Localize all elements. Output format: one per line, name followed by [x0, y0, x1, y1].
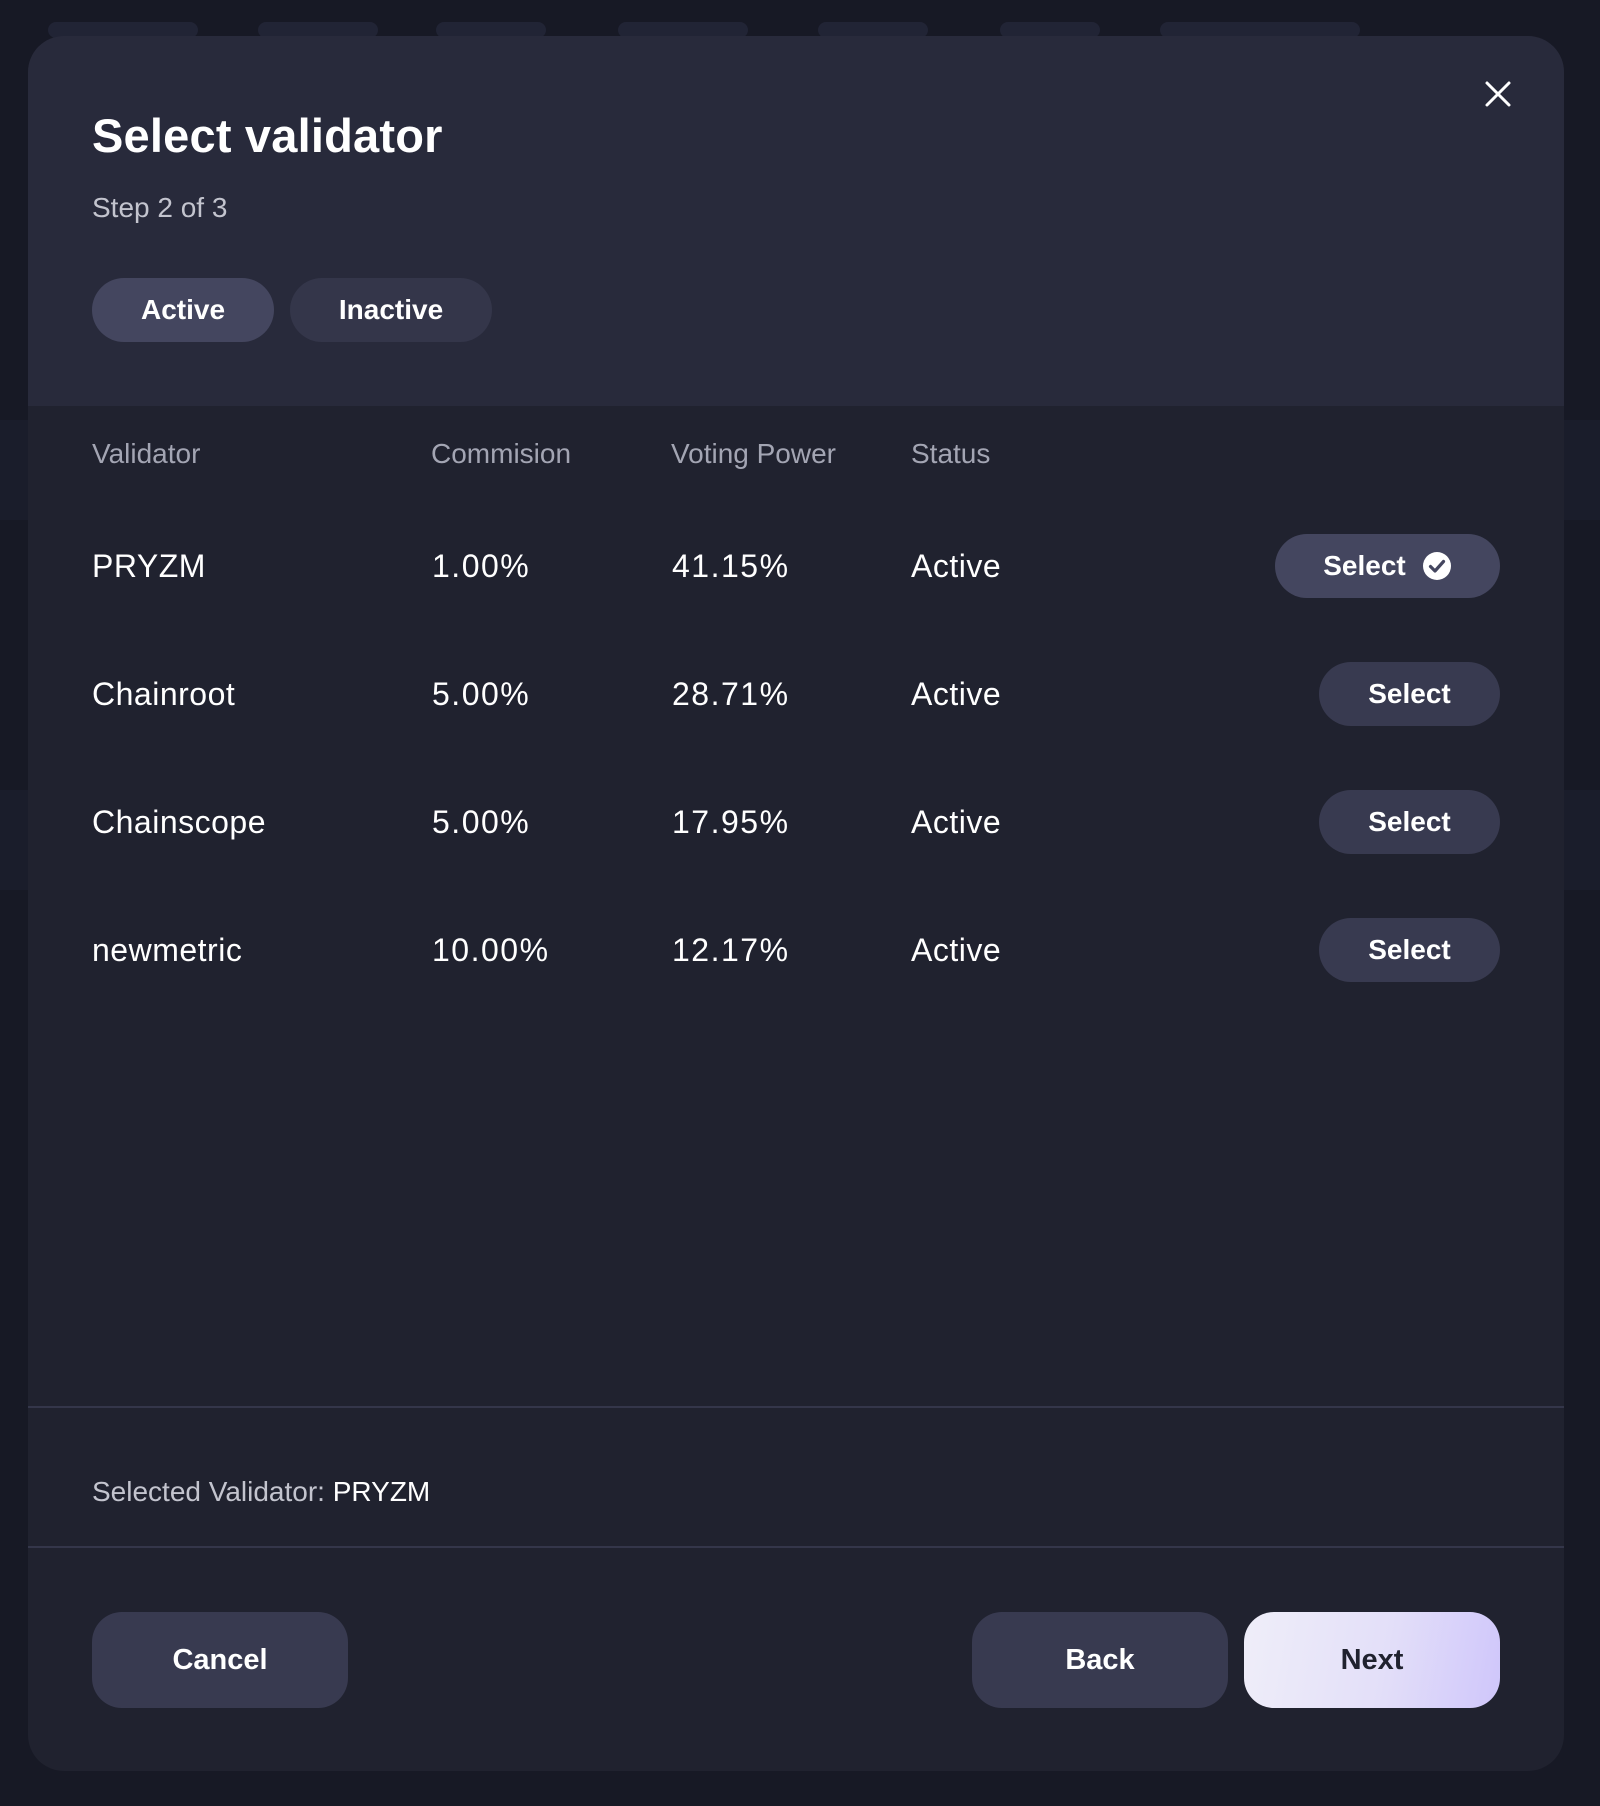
selected-validator-summary: Selected Validator: PRYZM: [92, 1476, 430, 1508]
close-icon: [1485, 81, 1511, 107]
column-header-voting-power: Voting Power: [671, 438, 836, 469]
validator-commission: 1.00%: [432, 547, 531, 584]
filter-tab-active[interactable]: Active: [92, 278, 274, 342]
select-validator-dialog: Select validator Step 2 of 3 Active Inac…: [28, 36, 1564, 1771]
dialog-header: Select validator Step 2 of 3 Active Inac…: [28, 36, 1564, 406]
selected-validator-label: Selected Validator:: [92, 1476, 325, 1507]
validator-name: PRYZM: [92, 547, 206, 584]
column-header-commission: Commision: [431, 438, 572, 469]
select-button[interactable]: Select: [1319, 662, 1500, 726]
back-button[interactable]: Back: [972, 1612, 1228, 1708]
validator-voting-power: 17.95%: [672, 803, 790, 840]
select-button-label: Select: [1323, 550, 1406, 581]
table-row: PRYZM 1.00% 41.15% Active Select: [28, 502, 1564, 630]
filter-tab-inactive[interactable]: Inactive: [290, 278, 492, 342]
table-row: Chainscope 5.00% 17.95% Active Select: [28, 758, 1564, 886]
table-row: Chainroot 5.00% 28.71% Active Select: [28, 630, 1564, 758]
select-button[interactable]: Select: [1319, 918, 1500, 982]
validator-commission: 5.00%: [432, 803, 531, 840]
validator-commission: 10.00%: [432, 931, 550, 968]
cancel-button[interactable]: Cancel: [92, 1612, 348, 1708]
selected-validator-value: PRYZM: [332, 1476, 431, 1507]
validator-status: Active: [911, 803, 1002, 840]
validator-voting-power: 41.15%: [672, 547, 790, 584]
validator-status: Active: [911, 547, 1002, 584]
validator-commission: 5.00%: [432, 675, 531, 712]
select-button[interactable]: Select: [1319, 790, 1500, 854]
validator-name: Chainscope: [92, 803, 266, 840]
dialog-title: Select validator: [92, 109, 443, 162]
divider: [28, 1546, 1564, 1548]
validator-voting-power: 12.17%: [672, 931, 790, 968]
next-button[interactable]: Next: [1244, 1612, 1500, 1708]
validator-name: newmetric: [92, 931, 243, 968]
validator-status: Active: [911, 931, 1002, 968]
column-header-status: Status: [911, 438, 991, 469]
validator-status: Active: [911, 675, 1002, 712]
validator-name: Chainroot: [92, 675, 236, 712]
close-button[interactable]: [1478, 74, 1518, 114]
check-circle-icon: [1422, 552, 1451, 580]
divider: [28, 1406, 1564, 1408]
table-row: newmetric 10.00% 12.17% Active Select: [28, 886, 1564, 1014]
step-indicator: Step 2 of 3: [92, 192, 228, 223]
column-header-validator: Validator: [92, 438, 201, 469]
select-button-selected[interactable]: Select: [1275, 534, 1500, 598]
validator-voting-power: 28.71%: [672, 675, 790, 712]
